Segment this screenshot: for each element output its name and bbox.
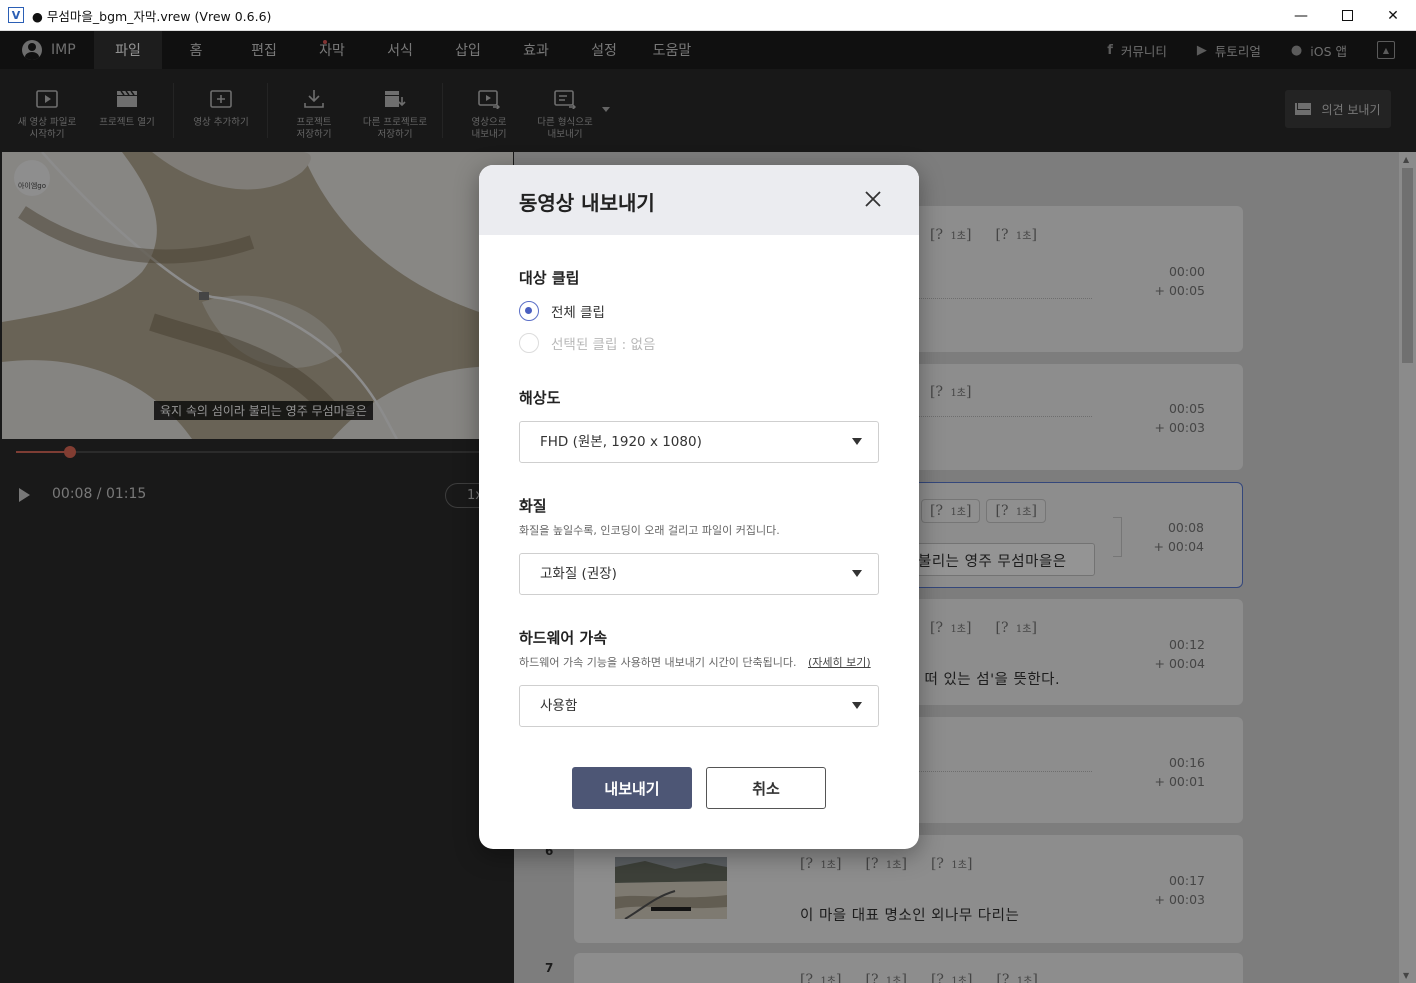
learn-more-link[interactable]: (자세히 보기) <box>808 656 871 669</box>
dialog-close-button[interactable] <box>863 189 883 209</box>
chevron-down-icon <box>852 570 862 577</box>
maximize-icon <box>1341 10 1353 21</box>
hardware-accel-select[interactable]: 사용함 <box>519 685 879 727</box>
export-button[interactable]: 내보내기 <box>572 767 692 809</box>
radio-selected-clips: 선택된 클립 : 없음 <box>519 333 655 353</box>
target-clip-title: 대상 클립 <box>519 269 580 287</box>
close-window-button[interactable]: ✕ <box>1370 0 1416 31</box>
hardware-accel-title: 하드웨어 가속 <box>519 629 608 647</box>
quality-select[interactable]: 고화질 (권장) <box>519 553 879 595</box>
window-title: ● 무섬마을_bgm_자막.vrew (Vrew 0.6.6) <box>32 8 272 24</box>
hardware-accel-description: 하드웨어 가속 기능을 사용하면 내보내기 시간이 단축됩니다. (자세히 보기… <box>519 654 871 670</box>
radio-all-clips-button[interactable] <box>519 301 539 321</box>
quality-description: 화질을 높일수록, 인코딩이 오래 걸리고 파일이 커집니다. <box>519 524 780 537</box>
radio-selected-clips-button <box>519 333 539 353</box>
radio-selected-clips-label: 선택된 클립 : 없음 <box>551 337 656 353</box>
chevron-down-icon <box>852 438 862 445</box>
resolution-value: FHD (원본, 1920 x 1080) <box>540 434 702 450</box>
hardware-accel-value: 사용함 <box>540 698 578 714</box>
close-icon <box>865 191 881 207</box>
dialog-header: 동영상 내보내기 <box>479 165 919 235</box>
cancel-button[interactable]: 취소 <box>706 767 826 809</box>
resolution-title: 해상도 <box>519 389 561 407</box>
maximize-button[interactable] <box>1324 0 1370 31</box>
resolution-select[interactable]: FHD (원본, 1920 x 1080) <box>519 421 879 463</box>
quality-value: 고화질 (권장) <box>540 566 617 582</box>
radio-all-clips-label: 전체 클립 <box>551 305 605 321</box>
vrew-app-icon: V <box>8 7 24 23</box>
minimize-button[interactable]: — <box>1278 0 1324 31</box>
dialog-title: 동영상 내보내기 <box>519 191 655 215</box>
export-video-dialog: 동영상 내보내기 대상 클립 전체 클립 선택된 클립 : 없음 해상도 FHD… <box>479 165 919 849</box>
radio-all-clips[interactable]: 전체 클립 <box>519 301 605 321</box>
chevron-down-icon <box>852 702 862 709</box>
window-titlebar: V ● 무섬마을_bgm_자막.vrew (Vrew 0.6.6) — ✕ <box>0 0 1416 31</box>
hardware-accel-desc-text: 하드웨어 가속 기능을 사용하면 내보내기 시간이 단축됩니다. <box>519 656 797 669</box>
quality-title: 화질 <box>519 497 547 515</box>
